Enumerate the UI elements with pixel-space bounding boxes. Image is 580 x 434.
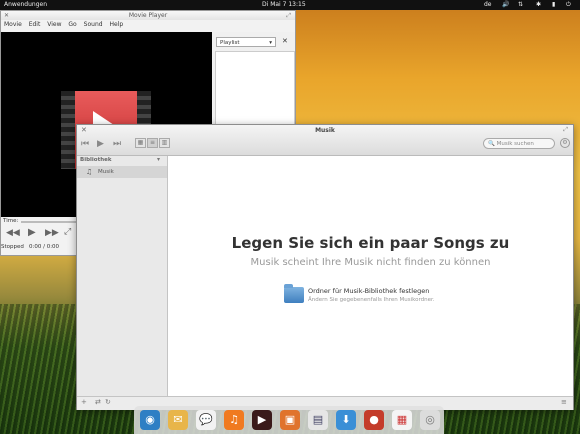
- previous-icon[interactable]: ⏮: [81, 139, 89, 149]
- rewind-icon[interactable]: ◀◀: [6, 228, 20, 238]
- close-sidebar-icon[interactable]: ✕: [282, 37, 288, 45]
- menu-movie[interactable]: Movie: [4, 21, 22, 28]
- maximize-icon[interactable]: ⤢: [286, 11, 291, 20]
- dock: ◉ ✉ 💬 ♫ ▶ ▣ ▤ ⬇ ● ▦ ◎: [134, 406, 444, 434]
- forward-icon[interactable]: ▶▶: [45, 228, 59, 238]
- music-icon[interactable]: ♫: [224, 410, 244, 430]
- time-label: Time:: [3, 218, 19, 224]
- next-icon[interactable]: ⏭: [113, 139, 121, 149]
- menu-bar: Movie Edit View Go Sound Help: [1, 20, 295, 29]
- battery-icon[interactable]: ▮: [552, 0, 555, 10]
- applications-menu[interactable]: Anwendungen: [4, 0, 47, 10]
- clock[interactable]: Di Mai 7 13:15: [262, 0, 306, 10]
- video-icon[interactable]: ▶: [252, 410, 272, 430]
- shuffle-icon[interactable]: ⇄: [95, 398, 101, 406]
- welcome-subheadline: Musik scheint Ihre Musik nicht finden zu…: [250, 257, 491, 268]
- close-icon[interactable]: ✕: [4, 11, 9, 20]
- chevron-down-icon: ▾: [269, 40, 272, 46]
- repeat-icon[interactable]: ↻: [105, 398, 111, 406]
- top-panel: Anwendungen Di Mai 7 13:15 de 🔊 ⇅ ✱ ▮ ⏻: [0, 0, 580, 10]
- menu-sound[interactable]: Sound: [84, 21, 103, 28]
- search-icon: 🔍: [488, 141, 495, 147]
- disc-icon[interactable]: ◎: [420, 410, 440, 430]
- menu-view[interactable]: View: [47, 21, 61, 28]
- volume-icon[interactable]: 🔊: [502, 0, 509, 10]
- chat-icon[interactable]: 💬: [196, 410, 216, 430]
- grid-view-icon[interactable]: ▦: [135, 138, 146, 148]
- network-icon[interactable]: ⇅: [518, 0, 523, 10]
- keyboard-layout-indicator[interactable]: de: [484, 0, 492, 10]
- window-title: Musik: [315, 127, 335, 134]
- seek-slider[interactable]: [21, 221, 76, 223]
- sidebar-header[interactable]: Bibliothek: [80, 157, 112, 163]
- list-view-icon[interactable]: ≡: [147, 138, 158, 148]
- settings-icon[interactable]: ⚙: [560, 138, 570, 148]
- play-icon[interactable]: ▶: [28, 227, 36, 238]
- time-display: 0:00 / 0:00: [29, 244, 60, 250]
- music-window: ✕ Musik ⤢ ⏮ ▶ ⏭ ▦ ≡ ▥ 🔍 Musik suchen ⚙ B…: [76, 124, 574, 410]
- welcome-screen: Legen Sie sich ein paar Songs zu Musik s…: [168, 156, 573, 396]
- movie-player-titlebar[interactable]: ✕ Movie Player ⤢: [1, 11, 295, 20]
- chevron-down-icon[interactable]: ▾: [157, 156, 160, 163]
- maximize-icon[interactable]: ⤢: [563, 126, 568, 134]
- playlist-select-label: Playlist: [220, 40, 240, 46]
- software-icon[interactable]: ⬇: [336, 410, 356, 430]
- equalizer-icon[interactable]: ≡: [561, 398, 567, 406]
- sidebar: Bibliothek ▾ ♫ Musik: [77, 156, 168, 396]
- bluetooth-icon[interactable]: ✱: [536, 0, 541, 10]
- add-playlist-icon[interactable]: +: [81, 398, 87, 406]
- sidebar-item-label: Musik: [98, 169, 114, 175]
- set-library-folder-link[interactable]: Ordner für Musik-Bibliothek festlegen: [308, 287, 429, 295]
- set-library-folder-hint: Ändern Sie gegebenenfalls Ihren Musikord…: [308, 297, 435, 303]
- folder-icon[interactable]: [284, 284, 304, 303]
- menu-help[interactable]: Help: [109, 21, 123, 28]
- games-icon[interactable]: ●: [364, 410, 384, 430]
- welcome-headline: Legen Sie sich ein paar Songs zu: [231, 234, 510, 252]
- playback-status: Stopped: [1, 244, 24, 250]
- power-icon[interactable]: ⏻: [566, 0, 571, 10]
- player-controls: Time: ◀◀ ▶ ▶▶ ⤢ Stopped 0:00 / 0:00: [1, 217, 78, 255]
- sidebar-item-music[interactable]: ♫ Musik: [77, 166, 167, 178]
- browser-icon[interactable]: ◉: [140, 410, 160, 430]
- menu-go[interactable]: Go: [68, 21, 76, 28]
- calendar-icon[interactable]: ▦: [392, 410, 412, 430]
- files-icon[interactable]: ▤: [308, 410, 328, 430]
- play-icon[interactable]: ▶: [97, 139, 104, 149]
- mail-icon[interactable]: ✉: [168, 410, 188, 430]
- music-toolbar[interactable]: ✕ Musik ⤢ ⏮ ▶ ⏭ ▦ ≡ ▥ 🔍 Musik suchen ⚙: [77, 125, 573, 156]
- playlist-select[interactable]: Playlist ▾: [216, 37, 276, 47]
- photos-icon[interactable]: ▣: [280, 410, 300, 430]
- column-view-icon[interactable]: ▥: [159, 138, 170, 148]
- window-title: Movie Player: [128, 12, 168, 19]
- music-note-icon: ♫: [86, 168, 93, 176]
- fullscreen-icon[interactable]: ⤢: [64, 227, 71, 237]
- search-input[interactable]: 🔍 Musik suchen: [483, 138, 555, 149]
- menu-edit[interactable]: Edit: [29, 21, 41, 28]
- search-placeholder: Musik suchen: [496, 141, 534, 147]
